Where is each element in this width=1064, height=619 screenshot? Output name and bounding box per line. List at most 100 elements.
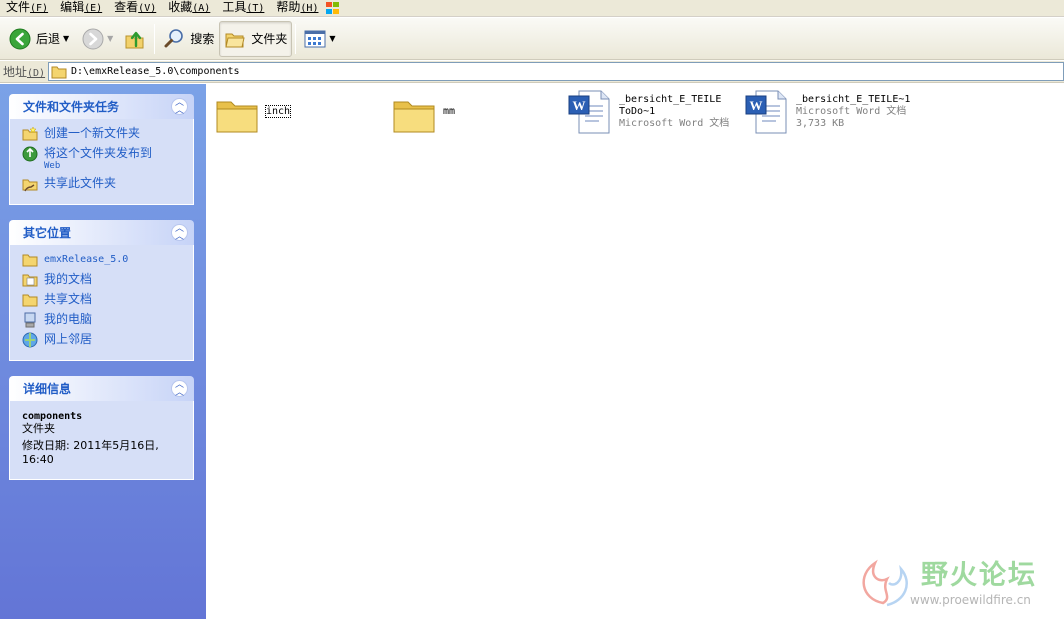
file-name: mm bbox=[443, 106, 456, 117]
address-input[interactable]: D:\emxRelease_5.0\components bbox=[48, 62, 1064, 81]
back-label: 后退 bbox=[36, 32, 61, 46]
file-type: Microsoft Word 文档 bbox=[796, 106, 907, 117]
menu-edit[interactable]: 编辑(E) bbox=[54, 0, 108, 17]
views-icon bbox=[304, 30, 326, 47]
collapse-chevron-icon[interactable]: ︿ ︿ bbox=[171, 224, 188, 241]
share-folder-icon bbox=[22, 179, 38, 192]
my-documents-icon bbox=[22, 274, 38, 287]
menu-favorites-label: 收藏 bbox=[168, 0, 193, 14]
task-label: 我的文档 bbox=[44, 272, 93, 286]
place-network[interactable]: 网上邻居 bbox=[22, 332, 187, 348]
file-text: _bersicht_E_TEILE~1 Microsoft Word 文档 3,… bbox=[796, 94, 910, 130]
forward-arrow-icon bbox=[82, 28, 104, 49]
details-header[interactable]: 详细信息 ︿ ︿ bbox=[9, 376, 194, 401]
watermark-title: 野火论坛 bbox=[921, 560, 1037, 591]
up-folder-button[interactable] bbox=[119, 21, 151, 57]
search-button[interactable]: 搜索 bbox=[158, 21, 219, 57]
folders-label: 文件夹 bbox=[251, 32, 288, 46]
folder-icon bbox=[22, 254, 38, 267]
task-share-folder[interactable]: 共享此文件夹 bbox=[22, 176, 187, 192]
place-my-documents[interactable]: 我的文档 bbox=[22, 272, 187, 288]
address-path: D:\emxRelease_5.0\components bbox=[71, 66, 240, 77]
place-emxrelease[interactable]: emxRelease_5.0 bbox=[22, 252, 187, 268]
detail-name: components bbox=[22, 411, 83, 422]
address-bar: 地址(D) D:\emxRelease_5.0\components bbox=[0, 61, 1064, 83]
back-arrow-icon bbox=[9, 28, 31, 49]
place-my-computer[interactable]: 我的电脑 bbox=[22, 312, 187, 328]
menu-file-accel: (F) bbox=[30, 3, 49, 14]
menu-view-label: 查看 bbox=[114, 0, 139, 14]
detail-modified: 修改日期: 2011年5月16日, bbox=[22, 439, 159, 452]
collapse-chevron-icon[interactable]: ︿ ︿ bbox=[171, 98, 188, 115]
publish-web-icon bbox=[22, 146, 38, 162]
word-document-icon: W bbox=[745, 90, 787, 134]
toolbar-separator bbox=[295, 23, 297, 54]
task-label: emxRelease_5.0 bbox=[44, 254, 129, 265]
file-folder-tasks-body: 创建一个新文件夹 将这个文件夹发布到 Web 共享此文件夹 bbox=[9, 119, 194, 205]
address-label-accel: (D) bbox=[27, 68, 46, 79]
file-folder-tasks-header[interactable]: 文件和文件夹任务 ︿ ︿ bbox=[9, 94, 194, 119]
views-button[interactable]: ▼ bbox=[299, 21, 340, 57]
file-text: mm bbox=[443, 106, 455, 118]
forward-dropdown-icon[interactable]: ▼ bbox=[107, 34, 113, 43]
task-label: 网上邻居 bbox=[44, 332, 93, 346]
new-folder-icon bbox=[22, 126, 38, 141]
file-name: _bersicht_E_TEILE~1 bbox=[796, 94, 911, 105]
forward-button[interactable] bbox=[77, 21, 109, 57]
menu-help[interactable]: 帮助(H) bbox=[270, 0, 324, 17]
views-dropdown-icon: ▼ bbox=[329, 34, 336, 43]
panel-title: 文件和文件夹任务 bbox=[23, 100, 120, 114]
menu-tools[interactable]: 工具(T) bbox=[216, 0, 270, 17]
file-folder-tasks-panel: 文件和文件夹任务 ︿ ︿ 创建一个新文件夹 将这个文件夹发布到 Web 共享此文… bbox=[9, 94, 194, 205]
task-label-main: 将这个文件夹发布到 bbox=[44, 146, 153, 160]
menu-help-label: 帮助 bbox=[276, 0, 301, 14]
menu-view-accel: (V) bbox=[138, 3, 157, 14]
collapse-chevron-icon[interactable]: ︿ ︿ bbox=[171, 380, 188, 397]
back-button[interactable]: 后退 bbox=[4, 21, 65, 57]
search-label: 搜索 bbox=[190, 32, 215, 46]
task-label: 创建一个新文件夹 bbox=[44, 126, 141, 140]
svg-text:W: W bbox=[750, 98, 763, 113]
other-places-body: emxRelease_5.0 我的文档 共享文档 我的电脑 网上邻居 bbox=[9, 245, 194, 361]
task-publish-web[interactable]: 将这个文件夹发布到 Web bbox=[22, 146, 187, 172]
file-item-inch[interactable]: inch bbox=[214, 92, 292, 140]
address-label: 地址(D) bbox=[0, 63, 48, 80]
file-item-mm[interactable]: mm bbox=[391, 92, 455, 140]
windows-logo-icon bbox=[326, 2, 340, 14]
up-folder-icon bbox=[125, 31, 144, 48]
menu-file[interactable]: 文件(F) bbox=[0, 0, 54, 17]
place-shared-documents[interactable]: 共享文档 bbox=[22, 292, 187, 308]
menu-tools-label: 工具 bbox=[222, 0, 247, 14]
menu-favorites[interactable]: 收藏(A) bbox=[162, 0, 216, 17]
folder-icon bbox=[51, 66, 67, 78]
other-places-panel: 其它位置 ︿ ︿ emxRelease_5.0 我的文档 共享文档 我的电脑 网… bbox=[9, 220, 194, 361]
file-name: inch bbox=[264, 105, 292, 118]
file-text: _bersicht_E_TEILE ToDo~1 Microsoft Word … bbox=[619, 94, 729, 130]
folders-button[interactable]: 文件夹 bbox=[219, 20, 293, 57]
menu-view[interactable]: 查看(V) bbox=[108, 0, 162, 17]
task-label: 将这个文件夹发布到 Web bbox=[44, 146, 152, 172]
menu-bar: 文件(F) 编辑(E) 查看(V) 收藏(A) 工具(T) 帮助(H) bbox=[0, 0, 1064, 17]
file-view[interactable]: inch mm W _bersicht_E_TEILE ToDo~1 Micro… bbox=[206, 84, 1064, 619]
file-item-todo[interactable]: W _bersicht_E_TEILE ToDo~1 Microsoft Wor… bbox=[567, 88, 729, 136]
details-body: components 文件夹 修改日期: 2011年5月16日, 16:40 bbox=[9, 401, 194, 480]
back-dropdown-icon[interactable]: ▼ bbox=[63, 34, 69, 43]
forum-watermark: 野火论坛 www.proewildfire.cn bbox=[853, 553, 1058, 613]
menu-tools-accel: (T) bbox=[246, 3, 265, 14]
detail-type: 文件夹 bbox=[22, 422, 55, 435]
task-new-folder[interactable]: 创建一个新文件夹 bbox=[22, 126, 187, 142]
file-name: _bersicht_E_TEILE bbox=[619, 94, 722, 105]
menu-edit-label: 编辑 bbox=[60, 0, 85, 14]
file-text: inch bbox=[264, 105, 292, 118]
search-icon bbox=[164, 28, 184, 47]
menu-edit-accel: (E) bbox=[84, 3, 103, 14]
file-item-bersicht[interactable]: W _bersicht_E_TEILE~1 Microsoft Word 文档 … bbox=[744, 88, 910, 136]
other-places-header[interactable]: 其它位置 ︿ ︿ bbox=[9, 220, 194, 245]
my-computer-icon bbox=[24, 312, 36, 328]
shared-documents-icon bbox=[22, 294, 38, 307]
task-pane: 文件和文件夹任务 ︿ ︿ 创建一个新文件夹 将这个文件夹发布到 Web 共享此文… bbox=[0, 84, 206, 619]
folders-icon bbox=[225, 33, 245, 47]
watermark-url: www.proewildfire.cn bbox=[910, 593, 1031, 607]
menu-favorites-accel: (A) bbox=[192, 3, 211, 14]
task-label: 我的电脑 bbox=[44, 312, 93, 326]
